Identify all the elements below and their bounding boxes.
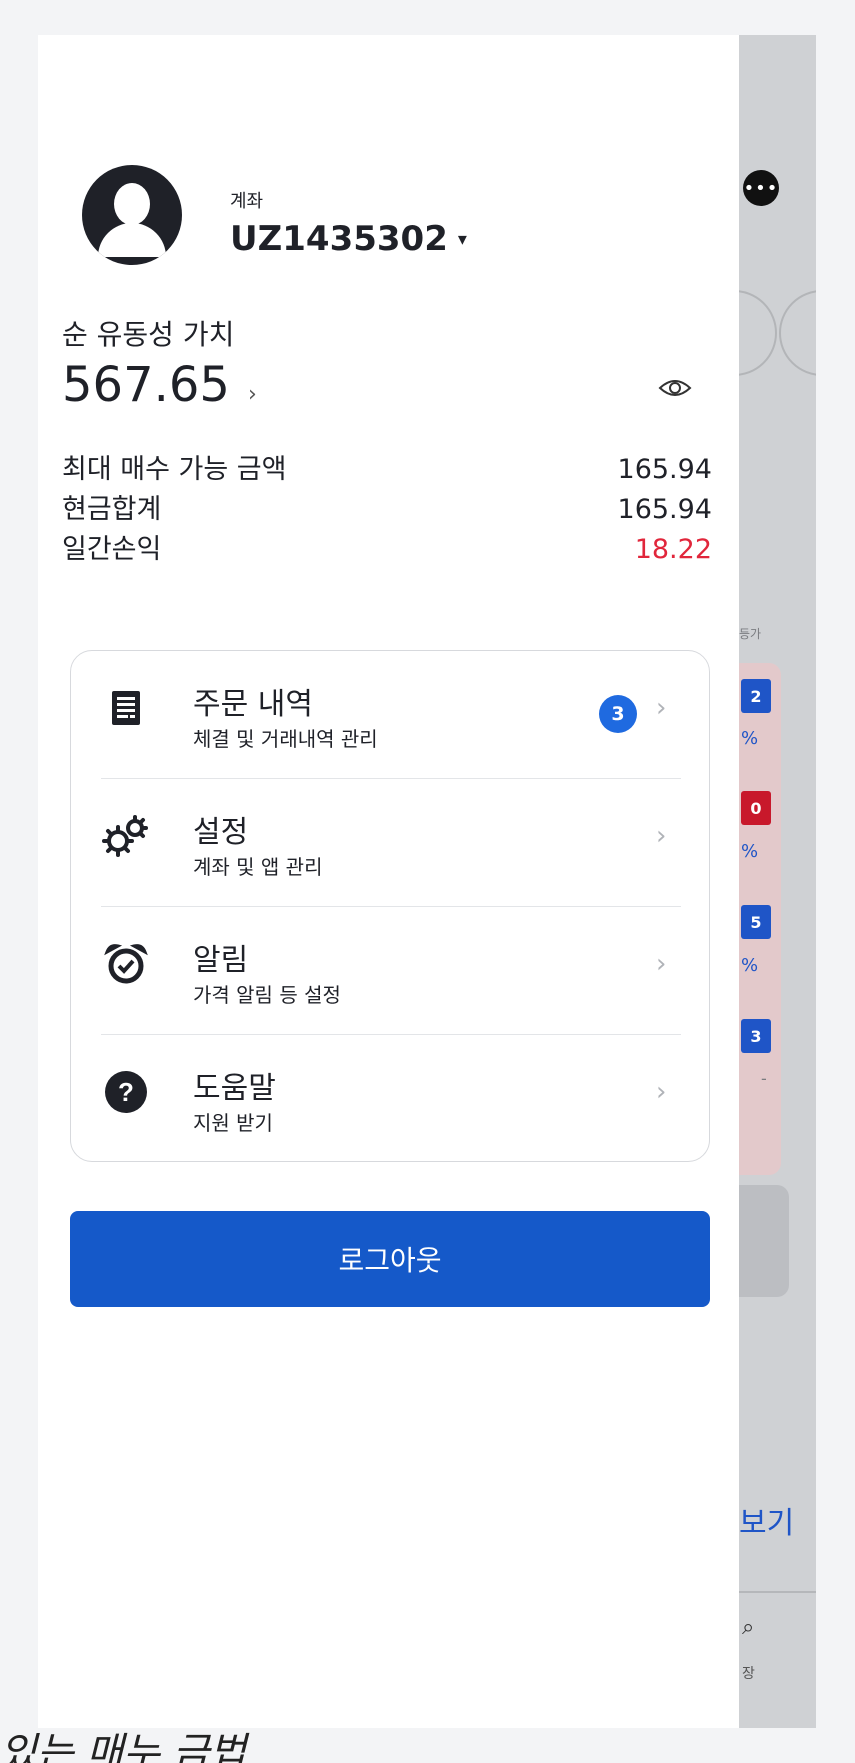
menu-item-title: 설정: [193, 815, 249, 850]
background-nav-label: 장: [742, 1666, 755, 1682]
eye-icon[interactable]: [658, 377, 692, 399]
menu-item-title: 알림: [193, 943, 249, 978]
stat-value: 165.94: [617, 454, 712, 485]
gears-icon: [101, 811, 151, 861]
stat-label: 일간손익: [62, 534, 162, 565]
stat-value: 18.22: [634, 534, 712, 565]
menu-item-title: 주문 내역: [193, 687, 313, 722]
stat-row: 최대 매수 가능 금액 165.94: [62, 450, 712, 490]
notification-badge: 3: [599, 695, 637, 733]
search-icon: ⌕: [742, 1615, 755, 1640]
side-drawer: 계좌 UZ1435302 ▾ 순 유동성 가치 567.65 › 최대 매수 가…: [38, 35, 739, 1728]
menu-item-subtitle: 체결 및 거래내역 관리: [193, 727, 378, 751]
background-app: ••• 등가 2 % 0 % 5 % 3 - 보기 ⌕ 장: [739, 35, 816, 1728]
account-stats: 최대 매수 가능 금액 165.94 현금합계 165.94 일간손익 18.2…: [62, 450, 712, 570]
background-circle-button: [779, 290, 816, 376]
menu-item-subtitle: 계좌 및 앱 관리: [193, 855, 323, 879]
background-pct: %: [741, 728, 759, 749]
chevron-right-icon: ›: [656, 821, 667, 851]
account-selector[interactable]: UZ1435302 ▾: [230, 219, 467, 259]
chevron-right-icon: ›: [656, 693, 667, 723]
stat-row: 일간손익 18.22: [62, 530, 712, 570]
background-tag: 2: [741, 679, 771, 713]
menu-item-subtitle: 가격 알림 등 설정: [193, 983, 341, 1007]
menu-item-help[interactable]: ? 도움말 지원 받기 ›: [101, 1035, 681, 1162]
chevron-right-icon: ›: [656, 1077, 667, 1107]
menu-item-settings[interactable]: 설정 계좌 및 앱 관리 ›: [101, 779, 681, 906]
menu-item-title: 도움말: [193, 1071, 276, 1106]
bottom-overflow-text: 있는 매누 금법: [0, 1730, 247, 1763]
account-label: 계좌: [230, 191, 264, 212]
net-liquidation-label: 순 유동성 가치: [62, 318, 235, 351]
background-tag: 0: [741, 791, 771, 825]
menu-card: 주문 내역 체결 및 거래내역 관리 3 › 설정 계좌 및 앱 관리 › 알림…: [70, 650, 710, 1162]
stat-label: 최대 매수 가능 금액: [62, 454, 287, 485]
background-panel: 2 % 0 % 5 % 3 -: [739, 663, 781, 1175]
background-pct: %: [741, 955, 759, 976]
help-icon: ?: [101, 1067, 151, 1117]
background-circle-button: [739, 290, 777, 376]
background-divider: [739, 1591, 816, 1593]
svg-text:?: ?: [118, 1077, 134, 1107]
menu-item-alerts[interactable]: 알림 가격 알림 등 설정 ›: [101, 907, 681, 1034]
background-tag: 3: [741, 1019, 771, 1053]
stat-label: 현금합계: [62, 494, 162, 525]
net-liquidation-value-link[interactable]: 567.65 ›: [62, 357, 257, 413]
menu-item-subtitle: 지원 받기: [193, 1111, 273, 1135]
background-label: 등가: [739, 627, 762, 641]
chevron-right-icon: ›: [247, 382, 257, 407]
background-link: 보기: [739, 1506, 795, 1541]
net-liquidation-value: 567.65: [62, 357, 230, 413]
avatar-icon[interactable]: [82, 165, 182, 265]
account-number: UZ1435302: [230, 219, 448, 259]
menu-item-order-history[interactable]: 주문 내역 체결 및 거래내역 관리 3 ›: [101, 651, 681, 778]
caret-down-icon: ▾: [457, 228, 467, 250]
chevron-right-icon: ›: [656, 949, 667, 979]
background-pct: %: [741, 841, 759, 862]
stat-value: 165.94: [617, 494, 712, 525]
background-gray-card: [739, 1185, 789, 1297]
more-icon: •••: [743, 170, 779, 206]
alarm-clock-icon: [101, 939, 151, 989]
background-tag: 5: [741, 905, 771, 939]
logout-button[interactable]: 로그아웃: [70, 1211, 710, 1307]
receipt-icon: [101, 683, 151, 733]
stat-row: 현금합계 165.94: [62, 490, 712, 530]
background-pct: -: [761, 1069, 767, 1088]
